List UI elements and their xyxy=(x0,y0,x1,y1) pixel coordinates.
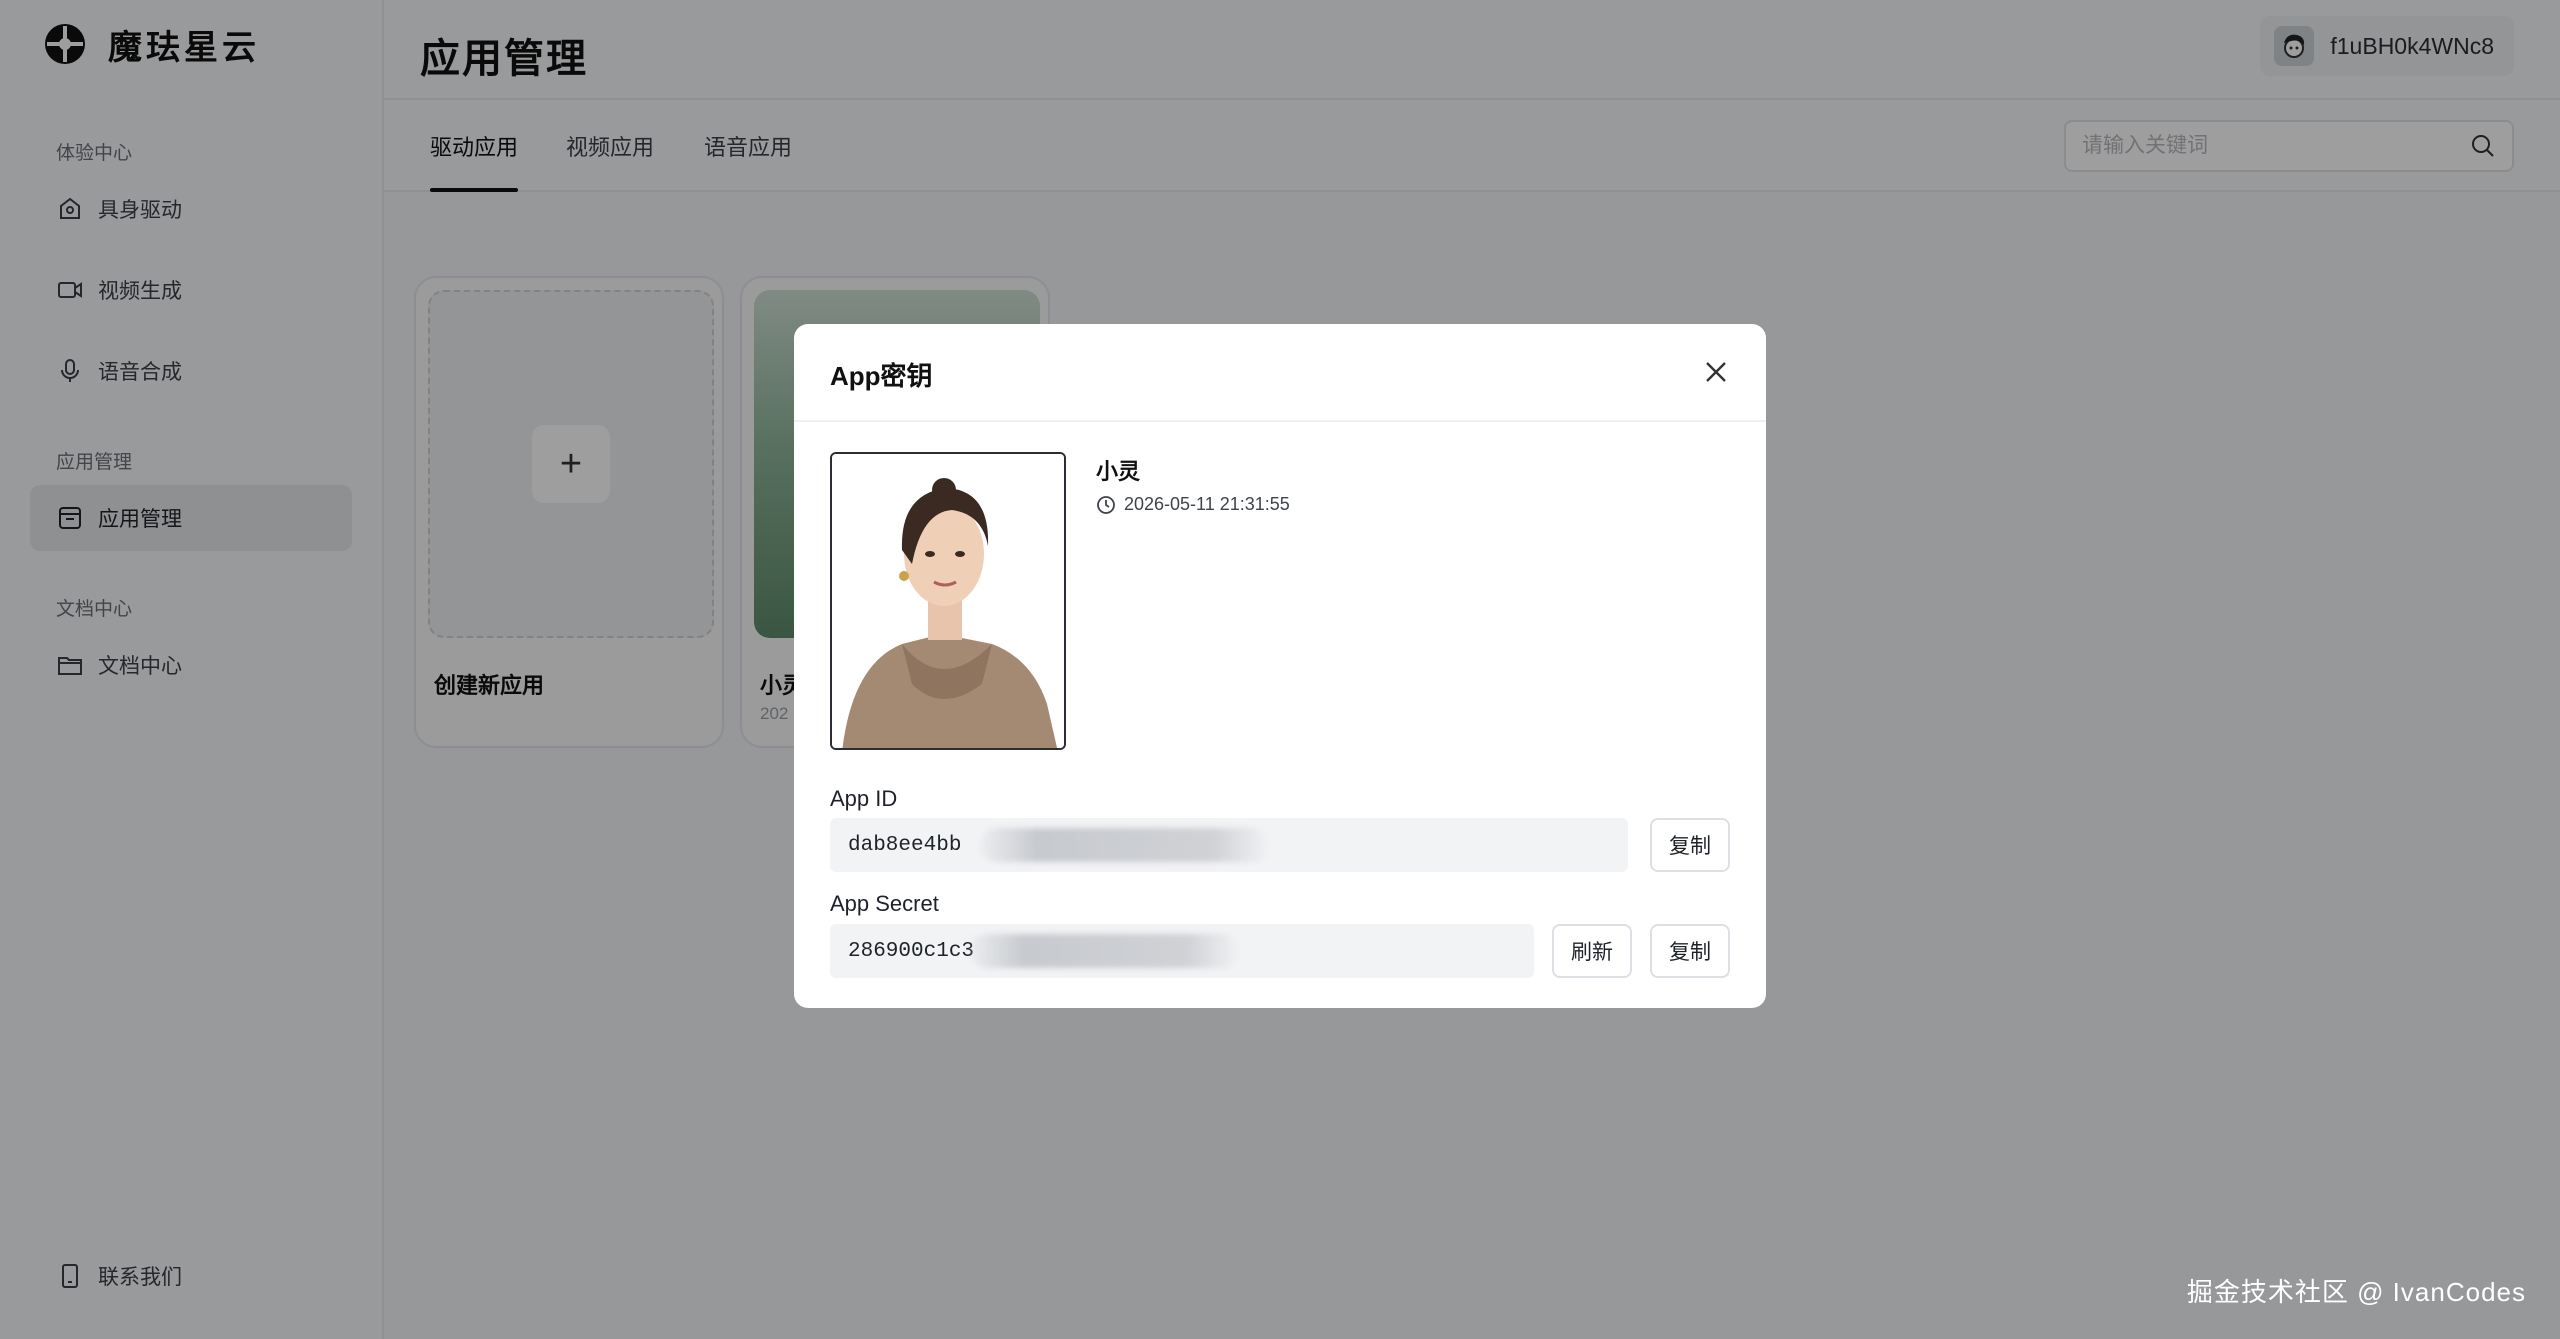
redaction-blur xyxy=(980,828,1270,862)
watermark: 掘金技术社区 @ IvanCodes xyxy=(2186,1277,2526,1307)
created-time: 2026-05-11 21:31:55 xyxy=(1096,494,1290,515)
app-secret-field[interactable]: 286900c1c3 xyxy=(830,924,1534,978)
refresh-secret-button[interactable]: 刷新 xyxy=(1552,924,1632,978)
avatar-illustration xyxy=(832,454,1064,748)
copy-secret-button[interactable]: 复制 xyxy=(1650,924,1730,978)
app-id-label: App ID xyxy=(830,786,898,811)
app-secret-label: App Secret xyxy=(830,891,939,916)
clock-icon xyxy=(1096,495,1116,515)
redaction-blur xyxy=(970,934,1240,968)
close-icon[interactable] xyxy=(1702,358,1730,386)
dialog-title: App密钥 xyxy=(830,361,933,391)
copy-app-id-button[interactable]: 复制 xyxy=(1650,818,1730,872)
app-name: 小灵 xyxy=(1096,459,1141,484)
app-id-value: dab8ee4bb xyxy=(848,833,962,857)
created-time-text: 2026-05-11 21:31:55 xyxy=(1124,494,1290,514)
app-secret-value: 286900c1c3 xyxy=(848,939,975,963)
app-id-field[interactable]: dab8ee4bb xyxy=(830,818,1628,872)
avatar-portrait xyxy=(830,452,1066,750)
app-secret-dialog: App密钥 小灵 2026-05-11 21:31:55 App ID dab8… xyxy=(794,324,1766,1008)
dialog-header: App密钥 xyxy=(794,324,1766,422)
